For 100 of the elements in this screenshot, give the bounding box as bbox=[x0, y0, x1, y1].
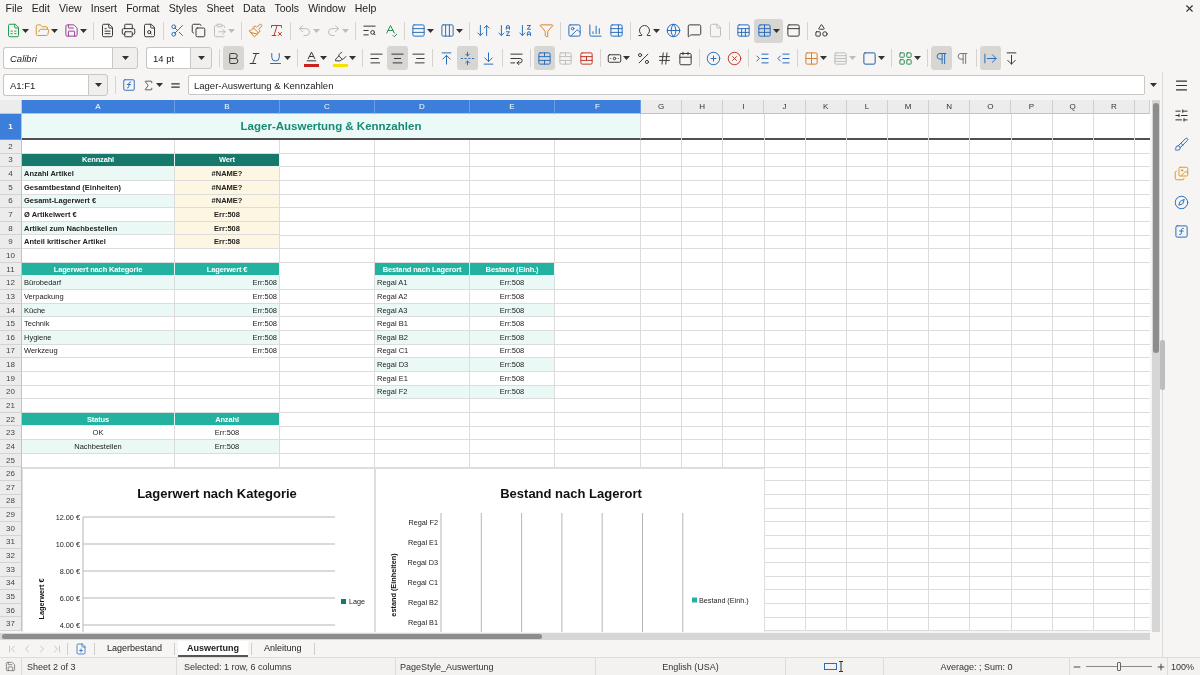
sheet-tab[interactable]: Auswertung bbox=[178, 641, 249, 657]
calendar-icon bbox=[678, 50, 693, 66]
menu-item[interactable]: File bbox=[1, 1, 28, 16]
column-header[interactable]: A bbox=[22, 100, 175, 114]
sheet-tab[interactable]: Anleitung bbox=[255, 641, 311, 657]
sort-descending-icon bbox=[518, 23, 533, 38]
function-icon bbox=[122, 78, 136, 92]
name-box-field[interactable]: A1:F1 bbox=[3, 74, 88, 96]
text-horizontal-button[interactable] bbox=[980, 46, 1001, 70]
font-size-field[interactable]: 14 pt bbox=[146, 47, 190, 69]
column-header[interactable]: P bbox=[1011, 100, 1053, 114]
hash-icon bbox=[657, 50, 672, 66]
bold-button[interactable] bbox=[223, 46, 244, 70]
grid-icon bbox=[804, 50, 819, 66]
sidebar-collapse-handle[interactable] bbox=[1160, 340, 1165, 390]
column-header[interactable]: G bbox=[641, 100, 683, 114]
menu-item[interactable]: View bbox=[54, 1, 87, 16]
menu-item[interactable]: Tools bbox=[269, 1, 304, 16]
sheet-tab[interactable]: Lagerbestand bbox=[98, 641, 172, 657]
zoom-slider-thumb[interactable] bbox=[1116, 662, 1121, 671]
column-header[interactable]: L bbox=[846, 100, 888, 114]
vertical-scrollbar[interactable] bbox=[1152, 100, 1160, 632]
menu-item[interactable]: Sheet bbox=[201, 1, 239, 16]
row-header[interactable]: 23 bbox=[0, 426, 22, 441]
plus-icon bbox=[1155, 661, 1166, 672]
chart-title: Lagerwert nach Kategorie bbox=[137, 485, 297, 501]
menu-item[interactable]: Format bbox=[121, 1, 165, 16]
close-icon bbox=[1183, 3, 1195, 14]
column-header[interactable]: Q bbox=[1052, 100, 1094, 114]
scrollbar-thumb[interactable] bbox=[1153, 103, 1159, 353]
menu-item[interactable]: Window bbox=[303, 1, 351, 16]
document-icon bbox=[100, 23, 115, 38]
row-header[interactable]: 10 bbox=[0, 249, 22, 263]
menu-item[interactable]: Help bbox=[350, 1, 381, 16]
column-header[interactable]: N bbox=[929, 100, 971, 114]
row-header[interactable]: 1 bbox=[0, 114, 22, 140]
row-header[interactable]: 4 bbox=[0, 167, 22, 181]
menu-item[interactable]: Data bbox=[238, 1, 270, 16]
column-header[interactable]: K bbox=[805, 100, 847, 114]
row-header[interactable]: 32 bbox=[0, 549, 22, 563]
add-sheet-button[interactable] bbox=[73, 642, 89, 656]
indent-decrease-icon bbox=[776, 50, 791, 66]
function-icon bbox=[1174, 224, 1189, 239]
row-header[interactable]: 21 bbox=[0, 399, 22, 413]
wrap-text-icon bbox=[509, 50, 524, 66]
freeze-rows-button[interactable] bbox=[754, 18, 783, 43]
caret-icon bbox=[914, 56, 921, 60]
align-middle-button[interactable] bbox=[457, 46, 478, 70]
caret-icon bbox=[878, 56, 885, 60]
row-header[interactable]: 13 bbox=[0, 290, 22, 304]
bar-chart-icon bbox=[588, 23, 603, 38]
menu-item[interactable]: Edit bbox=[27, 1, 55, 16]
column-header[interactable]: E bbox=[470, 100, 555, 114]
dropdown-button[interactable] bbox=[88, 74, 108, 96]
font-name-field[interactable]: Calibri bbox=[3, 47, 112, 69]
horizontal-scrollbar[interactable] bbox=[0, 633, 1150, 640]
close-document-button[interactable] bbox=[1183, 2, 1195, 15]
column-header[interactable]: B bbox=[175, 100, 280, 114]
column-header[interactable]: F bbox=[555, 100, 641, 114]
row-header[interactable]: 7 bbox=[0, 208, 22, 222]
caret-icon bbox=[349, 56, 356, 60]
row-header[interactable]: 26 bbox=[0, 467, 22, 481]
dropdown-button[interactable] bbox=[112, 47, 138, 69]
row-header[interactable]: 9 bbox=[0, 235, 22, 250]
row-header[interactable]: 35 bbox=[0, 590, 22, 604]
merge-cells-icon bbox=[537, 50, 552, 66]
align-center-icon bbox=[390, 50, 405, 66]
shapes-icon bbox=[814, 23, 829, 38]
merge-center-button[interactable] bbox=[534, 46, 555, 70]
column-header[interactable]: D bbox=[375, 100, 470, 114]
comment-icon bbox=[687, 23, 702, 38]
menu-item[interactable]: Styles bbox=[164, 1, 202, 16]
highlighter-icon bbox=[333, 49, 348, 67]
align-center-button[interactable] bbox=[387, 46, 408, 70]
row-header[interactable]: 2 bbox=[0, 140, 22, 154]
caret-icon bbox=[228, 28, 235, 33]
menu-item[interactable]: Insert bbox=[86, 1, 122, 16]
row-header[interactable]: 24 bbox=[0, 440, 22, 454]
caret-icon bbox=[80, 28, 87, 33]
scrollbar-thumb[interactable] bbox=[2, 634, 542, 639]
undo-icon bbox=[297, 23, 312, 38]
column-header[interactable]: H bbox=[682, 100, 724, 114]
dropdown-button[interactable] bbox=[190, 47, 212, 69]
row-header[interactable]: 27 bbox=[0, 481, 22, 495]
column-header[interactable]: I bbox=[723, 100, 765, 114]
row-header[interactable]: 18 bbox=[0, 358, 22, 372]
column-header[interactable]: M bbox=[887, 100, 930, 114]
row-header[interactable]: 15 bbox=[0, 317, 22, 331]
column-header[interactable]: O bbox=[970, 100, 1012, 114]
x-circle-icon bbox=[727, 50, 742, 66]
page-style-label: PageStyle_Auswertung bbox=[400, 661, 494, 672]
row-header[interactable]: 37 bbox=[0, 617, 22, 632]
left-to-right-button[interactable] bbox=[931, 46, 952, 70]
column-header[interactable]: C bbox=[280, 100, 375, 114]
column-header[interactable]: R bbox=[1093, 100, 1135, 114]
formula-input[interactable]: Lager-Auswertung & Kennzahlen bbox=[188, 75, 1145, 95]
caret-icon bbox=[773, 28, 780, 33]
column-header[interactable]: J bbox=[764, 100, 806, 114]
row-header[interactable]: 29 bbox=[0, 508, 22, 522]
row-header[interactable]: 12 bbox=[0, 276, 22, 291]
